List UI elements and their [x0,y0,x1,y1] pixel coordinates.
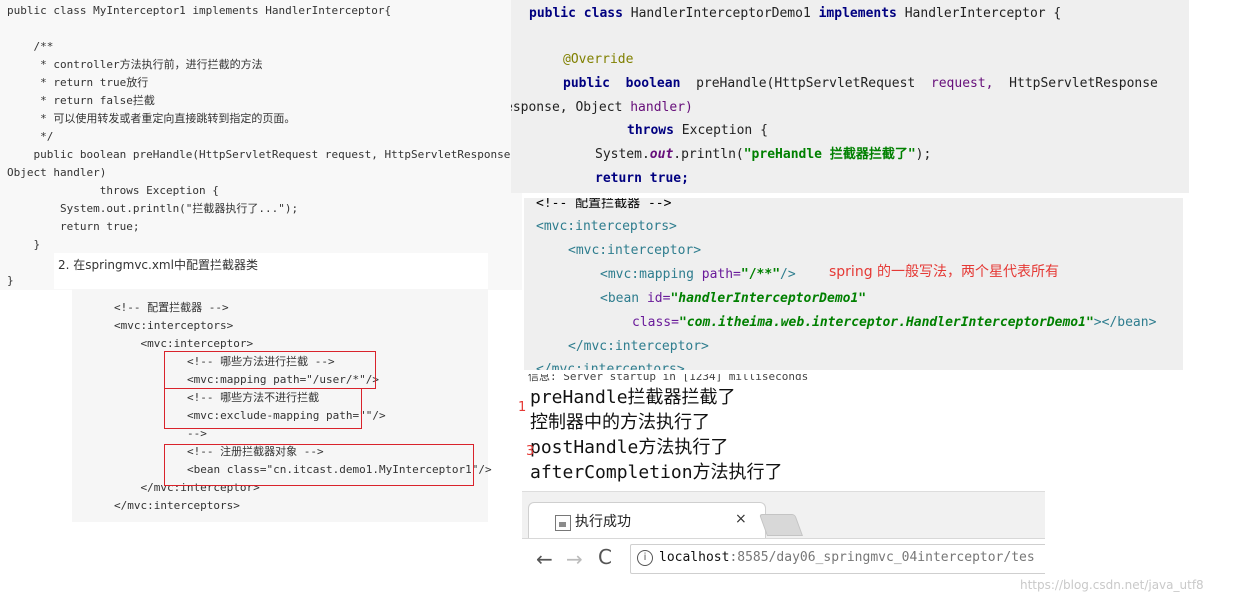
xml-line: <mvc:mapping path="/**"/> [600,267,796,282]
code-line: return true; [7,220,140,233]
step-marker: 3 [526,444,535,459]
code-line: * 可以使用转发或者重定向直接跳转到指定的页面。 [7,112,296,125]
tab-title: 执行成功 [575,514,631,530]
ide-line: throws Exception { [627,123,768,138]
watermark: https://blog.csdn.net/java_utf8 [1020,578,1204,592]
code-line: Object handler) [7,166,107,179]
xml-line: <mvc:interceptor> [568,243,702,258]
ide-line: public boolean preHandle(HttpServletRequ… [563,76,1158,91]
close-tab-icon[interactable]: × [735,511,747,527]
xml-line: <mvc:interceptors> [536,219,677,234]
console-cut-line: 信息: Server startup in [1234] millisecond… [528,374,809,383]
console-line: preHandle拦截器拦截了 [530,387,736,408]
xml-line: <bean id="handlerInterceptorDemo1" [600,291,867,306]
annotation-note: spring 的一般写法，两个星代表所有 [829,264,1060,280]
code-line: /** [7,40,54,53]
page-icon [555,515,571,531]
console-line: postHandle方法执行了 [530,437,729,458]
ide-line: @Override [563,52,634,67]
console-line: afterCompletion方法执行了 [530,462,783,483]
step-marker: 1 [518,400,527,415]
ide-line: esponse, Object handler) [511,100,693,115]
reload-icon[interactable]: C [598,545,612,569]
xml-line: <!-- 配置拦截器 --> [114,301,229,314]
highlight-box-exclude [164,388,362,429]
xml-config-panel: <!-- 配置拦截器 --> <mvc:interceptors> <mvc:i… [72,289,492,522]
code-line: throws Exception { [7,184,219,197]
new-tab-button[interactable] [758,514,804,536]
console-line: 控制器中的方法执行了 [530,412,710,433]
caption-text: 2. 在springmvc.xml中配置拦截器类 [58,258,258,272]
console-output: 信息: Server startup in [1234] millisecond… [522,374,1045,490]
address-bar[interactable]: i localhost:8585/day06_springmvc_04inter… [630,544,1045,574]
code-line: public class MyInterceptor1 implements H… [7,4,392,17]
xml-comment: <!-- 配置拦截器 --> [536,198,672,211]
code-line: * return true放行 [7,76,149,89]
ide-code-panel: public class HandlerInterceptorDemo1 imp… [511,0,1189,193]
step-caption: 2. 在springmvc.xml中配置拦截器类 [54,253,488,289]
code-line: } [7,274,14,287]
code-line: */ [7,130,54,143]
xml-line: </mvc:interceptors> [114,499,240,512]
back-arrow-icon[interactable]: ← [536,547,553,571]
xml-line: <mvc:interceptors> [114,319,234,332]
browser-tab[interactable]: 执行成功 × [528,502,766,539]
code-line: } [7,238,41,251]
ide-line: System.out.println("preHandle 拦截器拦截了"); [595,147,932,162]
xml-line: class="com.itheima.web.interceptor.Handl… [632,315,1157,330]
java-code-panel: public class MyInterceptor1 implements H… [0,0,522,290]
url-text[interactable]: localhost:8585/day06_springmvc_04interce… [659,550,1035,565]
code-line: System.out.println("拦截器执行了..."); [7,202,299,215]
forward-arrow-icon[interactable]: → [566,547,583,571]
highlight-box-bean [164,444,474,486]
code-line: * return false拦截 [7,94,155,107]
ide-line: return true; [595,171,689,186]
code-line: public boolean preHandle(HttpServletRequ… [7,148,522,161]
xml-line: </mvc:interceptors> [536,362,685,370]
info-icon[interactable]: i [637,550,653,566]
ide-xml-panel: <!-- 配置拦截器 --> <mvc:interceptors> <mvc:i… [524,198,1183,370]
ide-line: public class HandlerInterceptorDemo1 imp… [529,6,1062,21]
highlight-box-mapping [164,351,376,389]
xml-line: </mvc:interceptor> [568,339,709,354]
browser-toolbar: ← → C i localhost:8585/day06_springmvc_0… [522,538,1045,579]
browser-window: 执行成功 × ← → C i localhost:8585/day06_spri… [522,491,1045,579]
code-line: * controller方法执行前，进行拦截的方法 [7,58,263,71]
